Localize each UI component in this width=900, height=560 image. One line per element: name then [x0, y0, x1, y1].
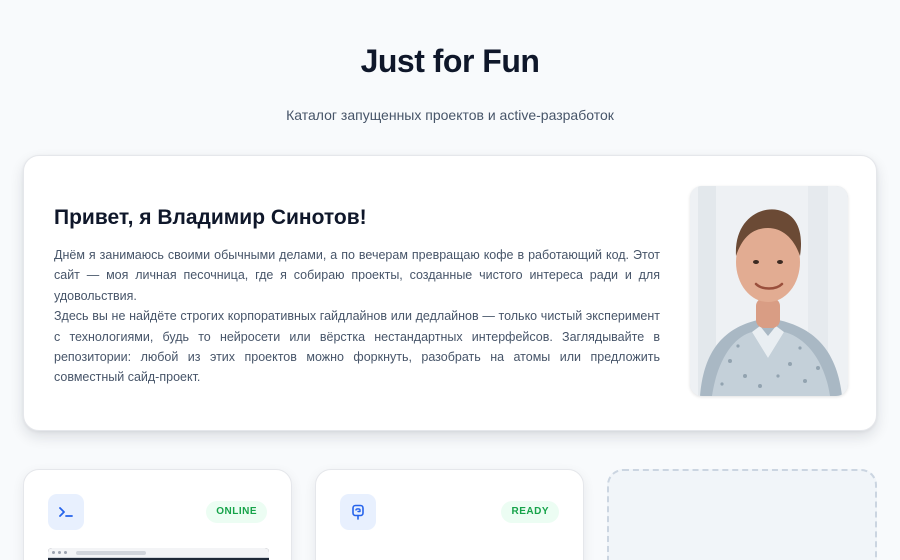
intro-paragraph: Здесь вы не найдёте строгих корпоративны… — [54, 309, 660, 385]
page: Just for Fun Каталог запущенных проектов… — [0, 0, 900, 560]
intro-paragraph: Днём я занимаюсь своими обычными делами,… — [54, 248, 660, 303]
intro-card: Привет, я Владимир Синотов! Днём я заним… — [23, 155, 877, 431]
author-portrait-illustration — [690, 186, 848, 396]
intro-heading: Привет, я Владимир Синотов! — [54, 206, 367, 229]
author-photo — [690, 186, 848, 396]
project-preview-screenshot — [48, 548, 269, 560]
project-card-placeholder — [607, 469, 877, 560]
page-title: Just for Fun — [360, 43, 540, 79]
status-badge: ONLINE — [206, 501, 267, 523]
widget-icon — [340, 494, 376, 530]
status-badge: READY — [501, 501, 559, 523]
site-header: Just for Fun Каталог запущенных проектов… — [0, 0, 900, 124]
intro-text: Днём я занимаюсь своими обычными делами,… — [54, 245, 660, 388]
project-card[interactable]: ONLINE — [23, 469, 292, 560]
terminal-icon — [48, 494, 84, 530]
project-card[interactable]: READY — [315, 469, 584, 560]
page-subtitle: Каталог запущенных проектов и active-раз… — [286, 107, 614, 123]
